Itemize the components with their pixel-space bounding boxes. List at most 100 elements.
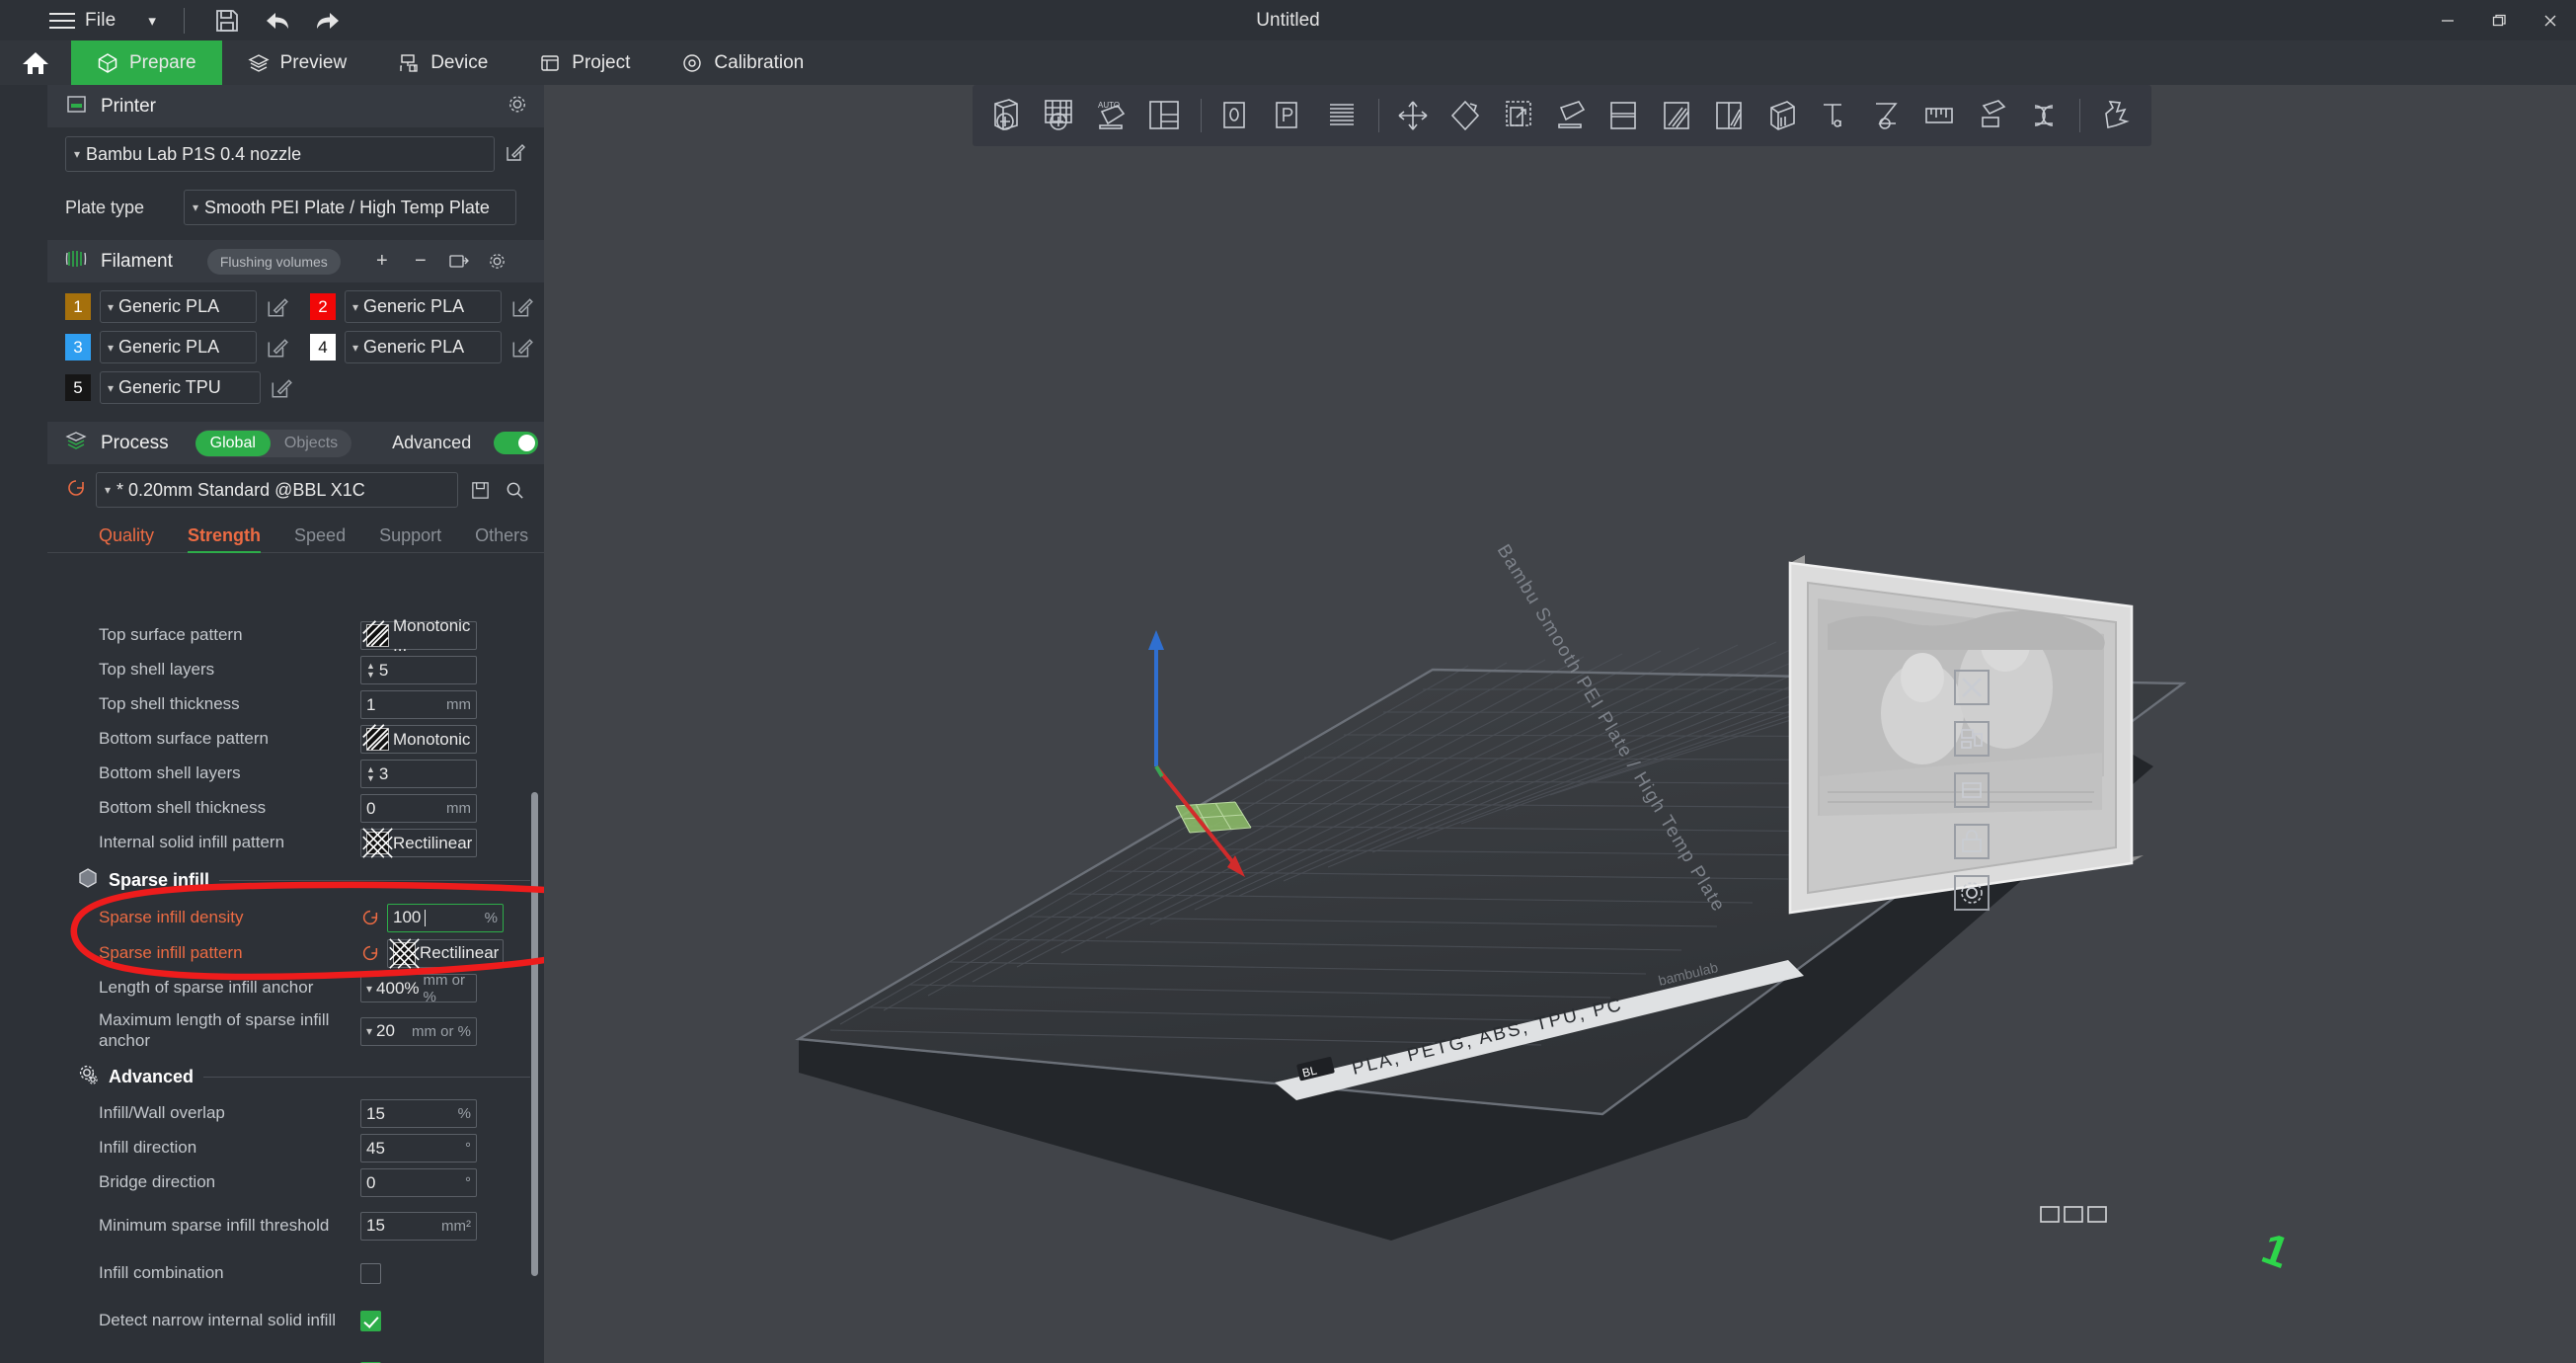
redo-icon[interactable] (311, 4, 345, 38)
spinner-input[interactable]: ▲ ▼ 5 (360, 656, 477, 684)
text-input[interactable]: 15 % (360, 1099, 477, 1128)
spinner-arrows-icon[interactable]: ▲ ▼ (366, 662, 375, 680)
infill-combination-checkbox[interactable] (360, 1262, 381, 1284)
edit-printer-icon[interactable] (505, 141, 526, 168)
add-filament-button[interactable]: + (369, 249, 395, 275)
home-button[interactable] (0, 40, 71, 85)
detect-narrow-infill-checkbox[interactable] (360, 1310, 381, 1331)
setting-field[interactable]: ▾ 20 mm or % (360, 1016, 477, 1046)
spinner-input[interactable]: ▲ ▼ 3 (360, 760, 477, 788)
text-input[interactable]: 15 mm² (360, 1211, 477, 1241)
tab-strength[interactable]: Strength (188, 525, 262, 553)
max-anchor-length-dropdown[interactable]: ▾ 20 mm or % (360, 1016, 477, 1046)
pattern-dropdown[interactable]: Monotonic ... (360, 618, 477, 655)
chevron-down-icon[interactable]: ▾ (148, 12, 156, 30)
setting-field[interactable]: Rectilinear (360, 937, 504, 969)
advanced-toggle[interactable] (494, 432, 539, 454)
tab-prepare[interactable]: Prepare (71, 40, 222, 85)
text-input[interactable]: 1 mm (360, 690, 477, 719)
setting-field[interactable]: 1 mm (360, 690, 477, 719)
flushing-volumes-button[interactable]: Flushing volumes (206, 248, 341, 275)
anchor-length-dropdown[interactable]: ▾ 400% mm or % (360, 972, 477, 1005)
gear-icon[interactable] (507, 93, 528, 120)
setting-field[interactable]: 100 % (360, 903, 504, 932)
text-input[interactable]: 0 mm (360, 794, 477, 823)
setting-field[interactable]: 45 ° (360, 1134, 477, 1163)
edit-filament-icon[interactable] (510, 295, 534, 319)
text-input[interactable]: 45 ° (360, 1134, 477, 1163)
filament-settings-gear-icon[interactable] (485, 249, 510, 275)
filament-combo[interactable]: ▾ Generic TPU (100, 371, 261, 404)
minimize-button[interactable] (2422, 0, 2473, 40)
scope-global-button[interactable]: Global (195, 430, 271, 456)
orient-icon[interactable] (1946, 765, 1997, 814)
tab-quality[interactable]: Quality (99, 525, 154, 552)
tab-preview[interactable]: Preview (222, 40, 373, 85)
setting-field[interactable]: Rectilinear (360, 828, 477, 858)
setting-field[interactable]: 15 mm² (360, 1211, 477, 1241)
filament-combo[interactable]: ▾ Generic PLA (345, 290, 502, 323)
setting-field[interactable]: ▾ 400% mm or % (360, 972, 477, 1005)
filament-sync-icon[interactable] (446, 249, 472, 275)
text-input[interactable]: 0 ° (360, 1168, 477, 1197)
reset-value-icon[interactable] (360, 908, 380, 927)
remove-filament-button[interactable]: − (408, 249, 433, 275)
settings-scroll-area[interactable]: Top surface pattern Monotonic ... Top sh… (47, 618, 544, 1363)
spinner-arrows-icon[interactable]: ▲ ▼ (366, 765, 375, 783)
reset-preset-icon[interactable] (65, 477, 87, 504)
filament-slot-number[interactable]: 5 (65, 374, 91, 401)
save-preset-icon[interactable] (467, 477, 493, 503)
sparse-infill-density-input[interactable]: 100 % (387, 903, 504, 932)
scope-objects-button[interactable]: Objects (271, 431, 351, 456)
setting-field[interactable]: 0 ° (360, 1168, 477, 1197)
maximize-button[interactable] (2473, 0, 2525, 40)
tab-others[interactable]: Others (475, 525, 528, 552)
filament-combo[interactable]: ▾ Generic PLA (100, 331, 257, 363)
filament-slot-number[interactable]: 2 (310, 293, 336, 320)
3d-viewport[interactable]: AUTO Bambu Smooth PEI Plate / High Temp … (544, 85, 2576, 1363)
close-button[interactable] (2525, 0, 2576, 40)
filament-slot-number[interactable]: 3 (65, 334, 91, 361)
setting-field[interactable] (360, 1310, 381, 1331)
delete-object-icon[interactable] (1946, 663, 1997, 711)
undo-icon[interactable] (261, 4, 294, 38)
setting-field[interactable] (360, 1262, 381, 1284)
build-plate-scene[interactable]: Bambu Smooth PEI Plate / High Temp Plate… (544, 85, 2576, 1363)
file-menu-label[interactable]: File (85, 10, 116, 32)
edit-filament-icon[interactable] (510, 336, 534, 360)
lock-plate-icon[interactable] (1946, 817, 1997, 865)
edit-filament-icon[interactable] (266, 295, 289, 319)
filament-combo[interactable]: ▾ Generic PLA (345, 331, 502, 363)
setting-field[interactable]: ▲ ▼ 5 (360, 656, 477, 684)
filament-slot-number[interactable]: 1 (65, 293, 91, 320)
chevron-down-icon: ▾ (108, 299, 115, 314)
save-icon[interactable] (210, 4, 244, 38)
edit-filament-icon[interactable] (266, 336, 289, 360)
tab-calibration[interactable]: Calibration (656, 40, 829, 85)
tab-speed[interactable]: Speed (294, 525, 346, 552)
plate-settings-icon[interactable] (1946, 868, 1997, 917)
tab-project[interactable]: Project (513, 40, 656, 85)
setting-field[interactable]: 0 mm (360, 794, 477, 823)
pattern-dropdown[interactable]: Monotonic (360, 724, 477, 754)
toolbar-divider (183, 7, 185, 34)
reset-value-icon[interactable] (360, 943, 380, 963)
printer-model-combo[interactable]: ▾ Bambu Lab P1S 0.4 nozzle (65, 136, 495, 172)
edit-filament-icon[interactable] (270, 376, 293, 400)
setting-field[interactable]: Monotonic ... (360, 618, 477, 655)
menu-hamburger-icon[interactable] (49, 11, 75, 31)
tab-device[interactable]: Device (372, 40, 513, 85)
filament-slot-number[interactable]: 4 (310, 334, 336, 361)
search-icon[interactable] (502, 477, 527, 503)
tab-support[interactable]: Support (379, 525, 441, 552)
sparse-infill-pattern-dropdown[interactable]: Rectilinear (387, 937, 504, 969)
filament-combo[interactable]: ▾ Generic PLA (100, 290, 257, 323)
arrange-icon[interactable] (1946, 714, 1997, 762)
plate-type-combo[interactable]: ▾ Smooth PEI Plate / High Temp Plate (184, 190, 516, 225)
settings-scrollbar-thumb[interactable] (531, 792, 538, 1276)
pattern-dropdown[interactable]: Rectilinear (360, 828, 477, 858)
setting-field[interactable]: ▲ ▼ 3 (360, 760, 477, 788)
process-preset-combo[interactable]: ▾ * 0.20mm Standard @BBL X1C (96, 472, 458, 508)
setting-field[interactable]: 15 % (360, 1099, 477, 1128)
setting-field[interactable]: Monotonic (360, 724, 477, 754)
